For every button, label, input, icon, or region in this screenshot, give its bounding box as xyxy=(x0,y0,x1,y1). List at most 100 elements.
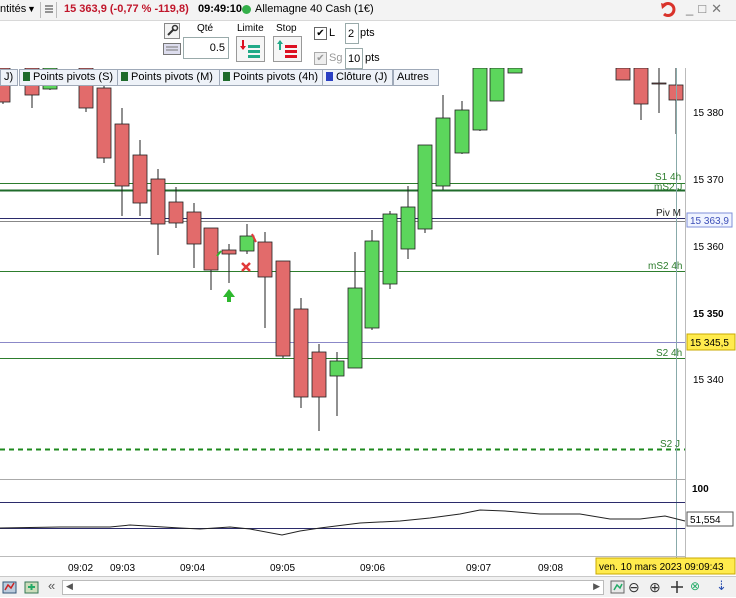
candle-body xyxy=(417,144,433,230)
indicator-tabs: J) Points pivots (S) Points pivots (M) P… xyxy=(0,69,736,86)
time-tick: 09:03 xyxy=(110,563,135,574)
pivot-label: S2 J xyxy=(660,439,680,450)
wrench-icon[interactable] xyxy=(164,23,180,42)
limit-order-button[interactable] xyxy=(236,36,265,62)
order-panel: Qté 0.5 Limite Stop ✔ L 2 pts ✔ Sg 10 pt… xyxy=(160,20,390,69)
go-to-end-icon[interactable]: ⇣ xyxy=(716,578,727,594)
price-tick: 15 340 xyxy=(693,375,724,386)
limit-checkbox[interactable]: ✔ xyxy=(314,27,327,40)
candle-body xyxy=(293,308,309,398)
tab-label: Points pivots (M) xyxy=(131,71,213,83)
time-tick: 09:05 xyxy=(270,563,295,574)
price-tick: 15 350 xyxy=(693,309,724,320)
candle-body xyxy=(364,240,380,329)
candle-body xyxy=(435,117,451,187)
tab-daily-close-partial[interactable]: J) xyxy=(0,69,18,86)
sg-input[interactable]: 10 xyxy=(345,48,363,69)
sg-value: 10 xyxy=(348,53,361,65)
time-tick: 09:04 xyxy=(180,563,205,574)
chart-add-icon[interactable] xyxy=(24,579,40,598)
pivot-label: S2 4h xyxy=(656,348,682,359)
price-change: 15 363,9 (-0,77 % -119,8) xyxy=(64,3,189,15)
candle-body xyxy=(150,178,166,225)
chart-type-icon[interactable] xyxy=(2,579,18,598)
tab-others[interactable]: Autres xyxy=(393,69,439,86)
l-input[interactable]: 2 xyxy=(345,23,359,44)
indicator-value: 51,554 xyxy=(690,515,721,526)
window-controls[interactable]: _□✕ xyxy=(686,1,727,17)
plot-area xyxy=(0,68,685,451)
keyboard-icon[interactable] xyxy=(163,43,181,58)
candle-body xyxy=(311,351,327,398)
time-tick: 09:06 xyxy=(360,563,385,574)
stop-order-button[interactable] xyxy=(273,36,302,62)
series-swatch xyxy=(223,72,230,81)
sg-checkbox[interactable]: ✔ xyxy=(314,52,327,65)
tab-label: Points pivots (S) xyxy=(33,71,114,83)
qty-input[interactable]: 0.5 xyxy=(183,37,229,59)
refresh-icon[interactable] xyxy=(659,1,681,19)
candle-body xyxy=(454,109,470,154)
qty-label: Qté xyxy=(197,23,214,34)
candle-body xyxy=(168,201,184,224)
time-tick: 09:02 xyxy=(68,563,93,574)
separator xyxy=(40,2,41,18)
pivot-label: mS2 4h xyxy=(648,261,682,272)
candle-body xyxy=(203,227,219,271)
units-dropdown-icon[interactable]: ▼ xyxy=(27,4,36,14)
candle-body xyxy=(329,360,345,377)
tab-label: Autres xyxy=(397,71,429,83)
reset-zoom-icon[interactable]: ⊗ xyxy=(690,579,700,593)
price-chart[interactable]: S1 4h mS2 J Piv M mS2 4h S2 4h S2 J 15 3… xyxy=(0,68,736,576)
instrument-menu-icon[interactable] xyxy=(44,3,54,18)
autoscale-icon[interactable] xyxy=(610,579,626,598)
time-tick: 09:08 xyxy=(538,563,563,574)
limit-label: Limite xyxy=(237,23,264,34)
series-swatch xyxy=(23,72,30,81)
tab-label: J) xyxy=(4,71,14,83)
zoom-out-icon[interactable]: ⊖ xyxy=(628,579,640,596)
tab-pivots-weekly[interactable]: Points pivots (S) xyxy=(19,69,120,86)
bottom-toolbar: « ◀ ▶ ⊖ ⊕ ⊗ ⇣ xyxy=(0,576,736,597)
price-tick: 15 360 xyxy=(693,242,724,253)
sg-label: Sg xyxy=(329,52,343,64)
tab-pivots-4h[interactable]: Points pivots (4h) xyxy=(219,69,326,86)
candle-body xyxy=(257,241,273,278)
candle-body xyxy=(239,235,255,252)
zoom-in-icon[interactable]: ⊕ xyxy=(649,579,661,596)
market-open-icon xyxy=(242,5,251,14)
candle-body xyxy=(347,287,363,369)
scroll-left-icon[interactable]: ◀ xyxy=(66,581,73,592)
units-label: ntités xyxy=(0,3,27,15)
candle-body xyxy=(114,123,130,187)
oscillator-line xyxy=(0,509,686,536)
tab-close-daily[interactable]: Clôture (J) xyxy=(322,69,393,86)
close-price-label: 15 345,5 xyxy=(690,338,729,349)
candle-body xyxy=(275,260,291,357)
instrument-name[interactable]: Allemagne 40 Cash (1€) xyxy=(255,3,374,15)
tab-label: Points pivots (4h) xyxy=(233,71,318,83)
price-tick: 15 370 xyxy=(693,175,724,186)
l-value: 2 xyxy=(348,28,355,40)
navigate-icon[interactable] xyxy=(669,579,685,598)
price-tick: 15 380 xyxy=(693,108,724,119)
series-swatch xyxy=(326,72,333,81)
qty-value: 0.5 xyxy=(209,42,225,54)
scroll-right-icon[interactable]: ▶ xyxy=(593,581,600,592)
candle-body xyxy=(186,211,202,245)
series-swatch xyxy=(121,72,128,81)
candle-body xyxy=(132,154,148,204)
indicator-level-label: 100 xyxy=(692,484,709,495)
sg-unit: pts xyxy=(365,52,380,64)
current-price-label: 15 363,9 xyxy=(690,216,729,227)
horizontal-scrollbar[interactable]: ◀ ▶ xyxy=(62,580,604,595)
separator xyxy=(56,2,57,18)
pivot-label: mS2 J xyxy=(654,182,682,193)
stop-label: Stop xyxy=(276,23,297,34)
time-tick: 09:07 xyxy=(466,563,491,574)
buy-signal-arrow-icon xyxy=(223,289,235,302)
candle-body xyxy=(382,213,398,285)
tab-pivots-monthly[interactable]: Points pivots (M) xyxy=(117,69,221,86)
tab-label: Clôture (J) xyxy=(336,71,388,83)
scroll-fast-left-icon[interactable]: « xyxy=(48,578,55,593)
